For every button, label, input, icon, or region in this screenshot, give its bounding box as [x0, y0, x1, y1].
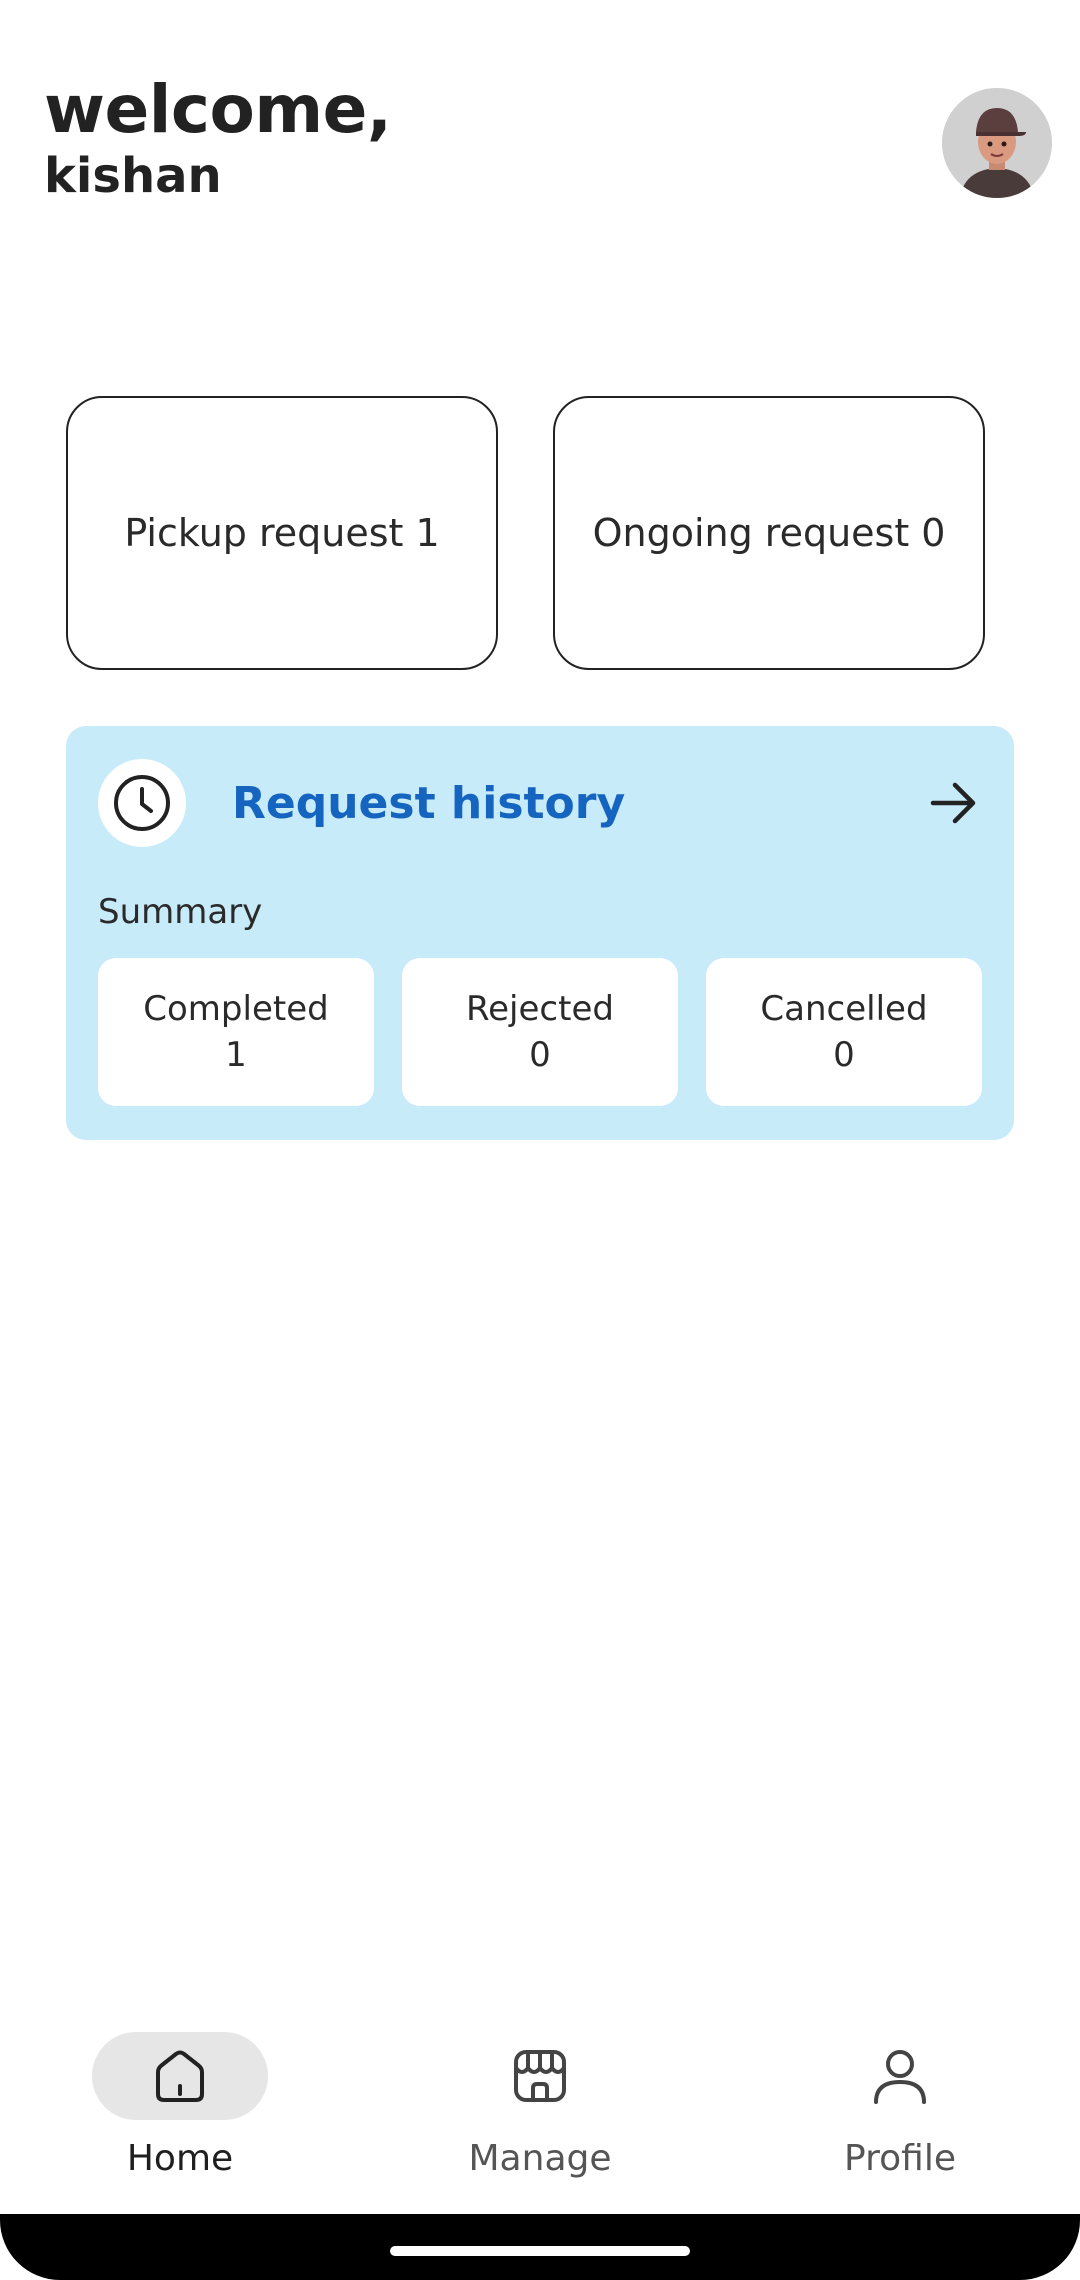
- request-history-card: Request history Summary Completed 1 Reje…: [66, 726, 1014, 1140]
- summary-cancelled-label: Cancelled: [760, 989, 928, 1029]
- summary-row: Completed 1 Rejected 0 Cancelled 0: [98, 958, 982, 1106]
- summary-completed-label: Completed: [143, 989, 329, 1029]
- ongoing-request-card[interactable]: Ongoing request 0: [553, 396, 985, 670]
- home-handle[interactable]: [390, 2246, 690, 2256]
- summary-rejected-label: Rejected: [466, 989, 614, 1029]
- store-icon: [452, 2032, 628, 2120]
- ongoing-request-count: 0: [921, 511, 946, 555]
- summary-cancelled-card: Cancelled 0: [706, 958, 982, 1106]
- nav-item-home[interactable]: Home: [0, 2010, 360, 2210]
- pickup-request-card[interactable]: Pickup request 1: [66, 396, 498, 670]
- pickup-request-count: 1: [415, 511, 440, 555]
- person-icon: [812, 2032, 988, 2120]
- nav-label-profile: Profile: [844, 2138, 956, 2179]
- request-history-title: Request history: [232, 777, 626, 829]
- arrow-right-icon[interactable]: [926, 775, 982, 831]
- request-history-header[interactable]: Request history: [98, 758, 982, 848]
- summary-completed-card: Completed 1: [98, 958, 374, 1106]
- nav-label-home: Home: [126, 2138, 234, 2179]
- bottom-navigation: Home Manage Profile: [0, 2010, 1080, 2210]
- nav-label-manage: Manage: [468, 2138, 612, 2179]
- avatar-image: [942, 88, 1052, 198]
- welcome-header: welcome, kishan: [44, 70, 392, 204]
- ongoing-request-label: Ongoing request: [592, 511, 910, 555]
- username-text: kishan: [44, 148, 222, 204]
- summary-rejected-value: 0: [529, 1035, 551, 1075]
- nav-item-manage[interactable]: Manage: [360, 2010, 720, 2210]
- avatar[interactable]: [942, 88, 1052, 198]
- summary-cancelled-value: 0: [833, 1035, 855, 1075]
- system-gesture-bar: [0, 2214, 1080, 2280]
- pickup-request-label: Pickup request: [124, 511, 404, 555]
- summary-rejected-card: Rejected 0: [402, 958, 678, 1106]
- home-icon: [92, 2032, 268, 2120]
- clock-icon: [98, 759, 186, 847]
- summary-label: Summary: [98, 892, 263, 932]
- welcome-text: welcome,: [44, 71, 392, 148]
- nav-item-profile[interactable]: Profile: [720, 2010, 1080, 2210]
- summary-completed-value: 1: [225, 1035, 247, 1075]
